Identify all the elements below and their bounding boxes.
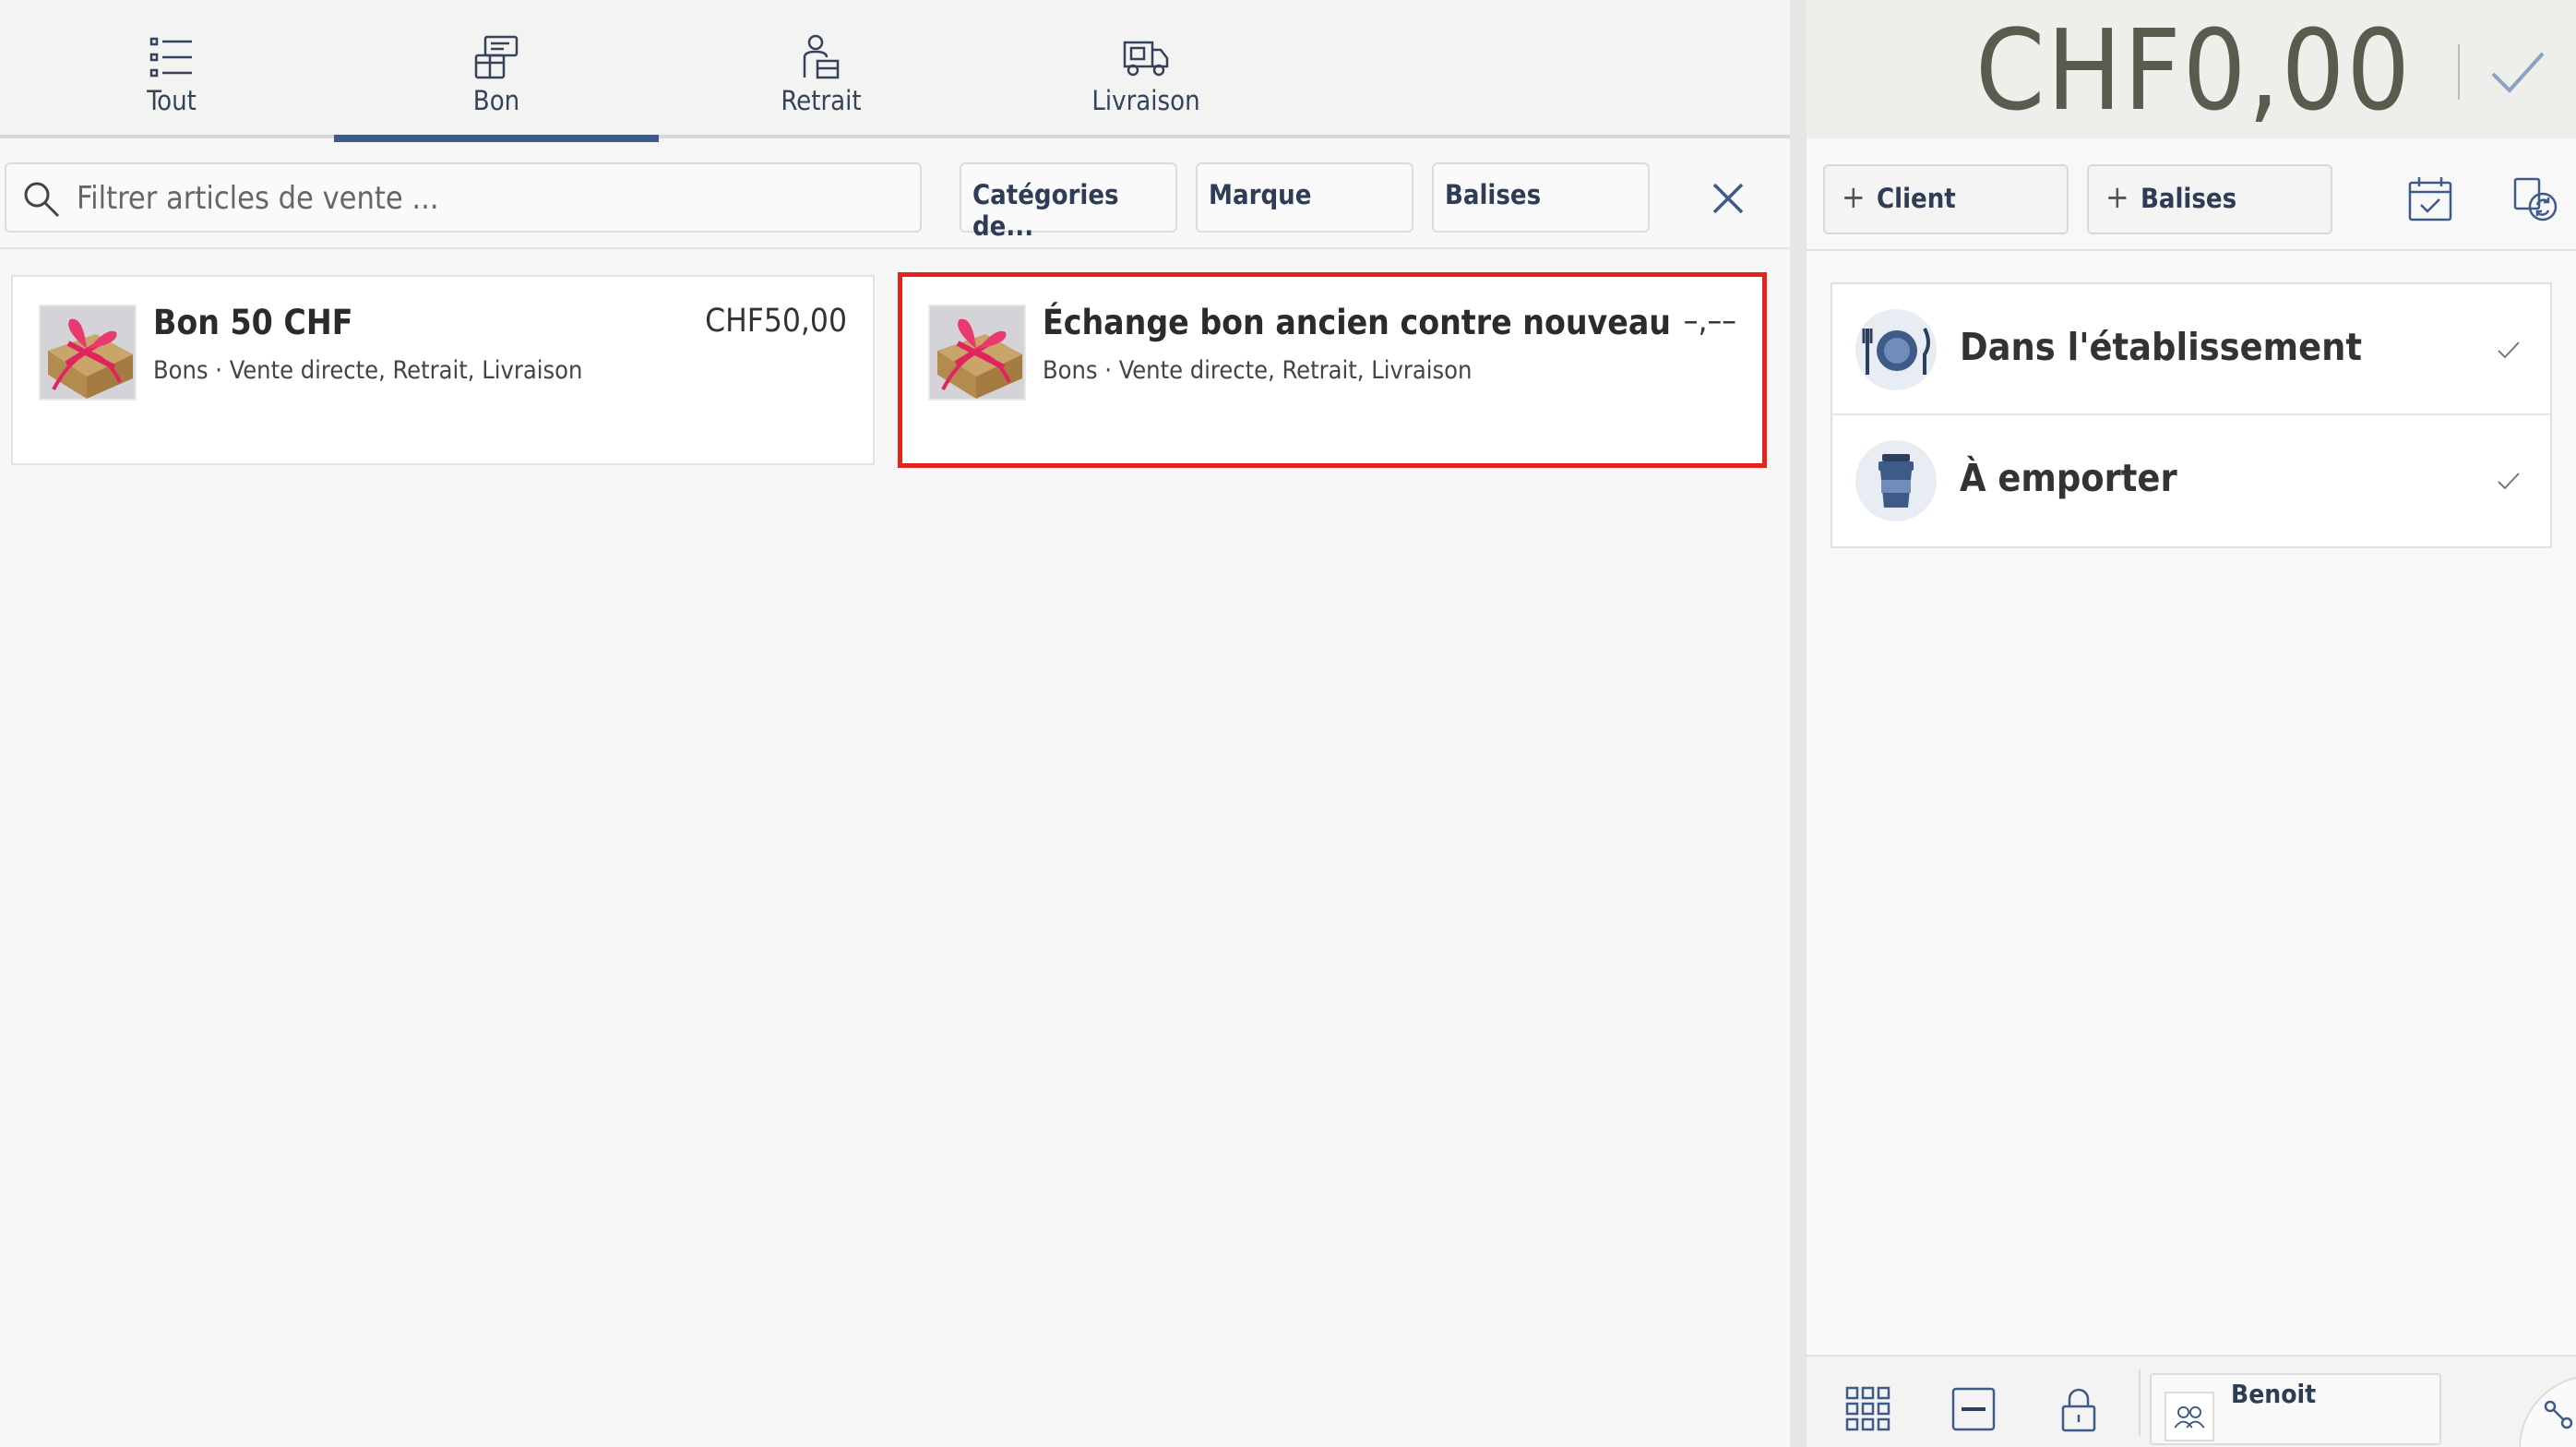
close-icon[interactable] bbox=[1703, 173, 1753, 223]
product-name: Bon 50 CHF bbox=[153, 303, 353, 342]
cart-total: CHF0,00 bbox=[1974, 7, 2412, 136]
list-icon bbox=[149, 37, 192, 78]
tab-label: Retrait bbox=[781, 85, 862, 116]
search-icon bbox=[24, 182, 60, 218]
order-type-label: À emporter bbox=[1960, 456, 2177, 500]
plus-icon: + bbox=[1842, 179, 1866, 216]
cart-actions: + Client + Balises bbox=[1807, 138, 2576, 251]
tags-filter-button[interactable]: Balises bbox=[1432, 162, 1650, 233]
product-meta: Bons · Vente directe, Retrait, Livraison bbox=[1043, 356, 1473, 385]
grid-icon[interactable] bbox=[1843, 1384, 1893, 1434]
calendar-check-icon[interactable] bbox=[2404, 173, 2456, 225]
product-meta: Bons · Vente directe, Retrait, Livraison bbox=[153, 356, 583, 385]
brand-filter-button[interactable]: Marque bbox=[1196, 162, 1413, 233]
product-card[interactable]: Bon 50 CHF Bons · Vente directe, Retrait… bbox=[11, 275, 875, 465]
order-type-label: Dans l'établissement bbox=[1960, 325, 2363, 369]
delivery-truck-icon bbox=[1123, 41, 1169, 77]
gift-image bbox=[39, 305, 137, 401]
search-input[interactable] bbox=[77, 173, 888, 223]
product-pane: Tout Bon Retrait Livraison Filtrer artic… bbox=[0, 0, 1790, 1447]
product-card-selected[interactable]: Échange bon ancien contre nouveau Bons ·… bbox=[898, 272, 1767, 468]
search-box[interactable] bbox=[5, 162, 922, 233]
product-price: CHF50,00 bbox=[705, 303, 847, 340]
product-price: –,–– bbox=[1683, 303, 1736, 340]
plus-icon: + bbox=[2105, 179, 2129, 216]
check-icon bbox=[2498, 472, 2520, 490]
check-icon bbox=[2498, 341, 2520, 359]
user-name: Benoit bbox=[2231, 1379, 2317, 1409]
tab-bon[interactable]: Bon bbox=[334, 0, 659, 142]
category-filter-button[interactable]: Catégories de... bbox=[960, 162, 1177, 242]
plate-cutlery-icon bbox=[1855, 309, 1937, 390]
minus-box-icon[interactable] bbox=[1949, 1384, 1998, 1434]
divider bbox=[2458, 44, 2460, 100]
tab-label: Tout bbox=[147, 85, 197, 116]
order-type-list: Dans l'établissement À emporter bbox=[1831, 282, 2552, 548]
exchange-icon[interactable] bbox=[2510, 173, 2561, 225]
order-type-takeaway[interactable]: À emporter bbox=[1832, 415, 2550, 546]
takeaway-cup-icon bbox=[1855, 440, 1937, 521]
voucher-icon bbox=[474, 35, 519, 79]
bottom-toolbar: Benoit bbox=[1807, 1355, 2576, 1447]
add-client-button[interactable]: + Client bbox=[1823, 164, 2069, 234]
category-tabs: Tout Bon Retrait Livraison bbox=[0, 0, 1790, 142]
add-tags-button[interactable]: + Balises bbox=[2087, 164, 2332, 234]
tab-label: Livraison bbox=[1091, 85, 1200, 116]
settings-link-icon bbox=[2544, 1400, 2573, 1429]
filter-bar: Catégories de... Marque Balises bbox=[0, 142, 1790, 249]
user-button[interactable]: Benoit bbox=[2150, 1373, 2441, 1445]
checkmark-icon[interactable] bbox=[2487, 44, 2548, 100]
cart-pane: CHF0,00 + Client + Balises Dans l'établi… bbox=[1790, 0, 2576, 1447]
tab-livraison[interactable]: Livraison bbox=[984, 0, 1308, 138]
tab-tout[interactable]: Tout bbox=[9, 0, 334, 138]
pickup-icon bbox=[803, 34, 840, 79]
add-tags-label: Balises bbox=[2141, 183, 2237, 214]
divider bbox=[2139, 1369, 2141, 1436]
tab-retrait[interactable]: Retrait bbox=[659, 0, 984, 138]
gift-image bbox=[928, 305, 1026, 401]
product-name: Échange bon ancien contre nouveau bbox=[1043, 303, 1671, 342]
tab-label: Bon bbox=[472, 85, 520, 116]
order-type-dine-in[interactable]: Dans l'établissement bbox=[1832, 284, 2550, 415]
user-group-icon bbox=[2165, 1392, 2214, 1441]
lock-icon[interactable] bbox=[2054, 1384, 2104, 1434]
total-bar: CHF0,00 bbox=[1807, 0, 2576, 138]
add-client-label: Client bbox=[1877, 183, 1956, 214]
